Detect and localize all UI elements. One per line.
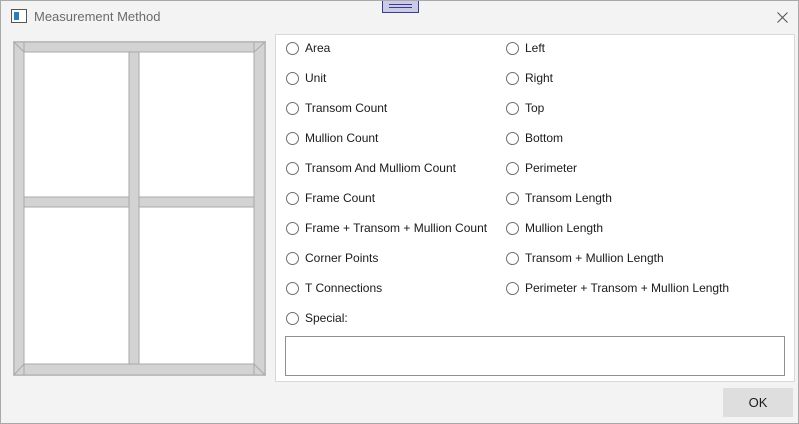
radio-transom-mullion-length[interactable]: Transom + Mullion Length — [506, 249, 664, 267]
close-icon — [777, 12, 788, 23]
radio-circle[interactable] — [286, 221, 299, 235]
radio-circle[interactable] — [506, 131, 519, 145]
radio-label: Transom And Mulliom Count — [305, 161, 456, 175]
radio-label: Transom Count — [305, 101, 388, 115]
radio-bottom[interactable]: Bottom — [506, 129, 563, 147]
radio-perimeter[interactable]: Perimeter — [506, 159, 577, 177]
radio-circle[interactable] — [286, 101, 299, 115]
radio-label: Transom + Mullion Length — [525, 251, 664, 265]
radio-circle[interactable] — [506, 41, 519, 55]
radio-circle[interactable] — [286, 41, 299, 55]
radio-label: Mullion Count — [305, 131, 379, 145]
radio-circle[interactable] — [506, 71, 519, 85]
radio-transom-count[interactable]: Transom Count — [286, 99, 387, 117]
frame-right — [253, 42, 265, 375]
title-bar[interactable]: Measurement Method — [1, 1, 798, 32]
frame-top — [14, 42, 265, 53]
radio-circle[interactable] — [286, 251, 299, 265]
radio-label: Frame + Transom + Mullion Count — [305, 221, 488, 235]
radio-label: Perimeter — [525, 161, 578, 175]
radio-circle[interactable] — [286, 191, 299, 205]
radio-circle[interactable] — [506, 191, 519, 205]
radio-perimeter-transom-mullion-length[interactable]: Perimeter + Transom + Mullion Length — [506, 279, 729, 297]
radio-label: Left — [525, 41, 546, 55]
radio-transom-and-mullion-count[interactable]: Transom And Mulliom Count — [286, 159, 456, 177]
window-app-icon — [11, 9, 27, 23]
radio-circle[interactable] — [506, 281, 519, 295]
radio-transom-length[interactable]: Transom Length — [506, 189, 612, 207]
radio-circle[interactable] — [286, 131, 299, 145]
radio-top[interactable]: Top — [506, 99, 544, 117]
radio-circle[interactable] — [506, 221, 519, 235]
radio-mullion-length[interactable]: Mullion Length — [506, 219, 603, 237]
radio-label: T Connections — [305, 281, 383, 295]
radio-label: Unit — [305, 71, 327, 85]
ok-button[interactable]: OK — [723, 388, 793, 417]
radio-circle[interactable] — [506, 251, 519, 265]
radio-circle[interactable] — [506, 161, 519, 175]
radio-label: Right — [525, 71, 554, 85]
measurement-options-panel: Area Unit Transom Count Mullion Count Tr… — [275, 34, 795, 382]
radio-corner-points[interactable]: Corner Points — [286, 249, 378, 267]
frame-left — [14, 42, 25, 375]
radio-unit[interactable]: Unit — [286, 69, 326, 87]
radio-label: Frame Count — [305, 191, 376, 205]
window-title: Measurement Method — [34, 9, 161, 24]
radio-label: Top — [525, 101, 545, 115]
radio-circle[interactable] — [286, 161, 299, 175]
drag-handle[interactable] — [382, 1, 419, 13]
special-input[interactable] — [285, 336, 785, 376]
radio-label: Perimeter + Transom + Mullion Length — [525, 281, 730, 295]
radio-area[interactable]: Area — [286, 39, 330, 57]
radio-label: Special: — [305, 311, 348, 325]
radio-frame-count[interactable]: Frame Count — [286, 189, 375, 207]
window-frame-preview — [13, 41, 266, 376]
radio-label: Corner Points — [305, 251, 379, 265]
radio-label: Mullion Length — [525, 221, 604, 235]
mullion — [128, 51, 140, 365]
radio-label: Bottom — [525, 131, 564, 145]
radio-circle[interactable] — [286, 281, 299, 295]
radio-t-connections[interactable]: T Connections — [286, 279, 382, 297]
radio-circle[interactable] — [506, 101, 519, 115]
radio-mullion-count[interactable]: Mullion Count — [286, 129, 378, 147]
frame-drawing — [14, 42, 265, 375]
radio-circle[interactable] — [286, 71, 299, 85]
close-button[interactable] — [769, 4, 795, 30]
radio-label: Area — [305, 41, 331, 55]
radio-circle[interactable] — [286, 311, 299, 325]
radio-special[interactable]: Special: — [286, 309, 348, 327]
radio-left[interactable]: Left — [506, 39, 545, 57]
radio-frame-transom-mullion-count[interactable]: Frame + Transom + Mullion Count — [286, 219, 487, 237]
frame-bottom — [14, 363, 265, 375]
radio-label: Transom Length — [525, 191, 612, 205]
radio-right[interactable]: Right — [506, 69, 553, 87]
measurement-method-dialog: Measurement Method Area Unit Transom Cou… — [0, 0, 799, 424]
